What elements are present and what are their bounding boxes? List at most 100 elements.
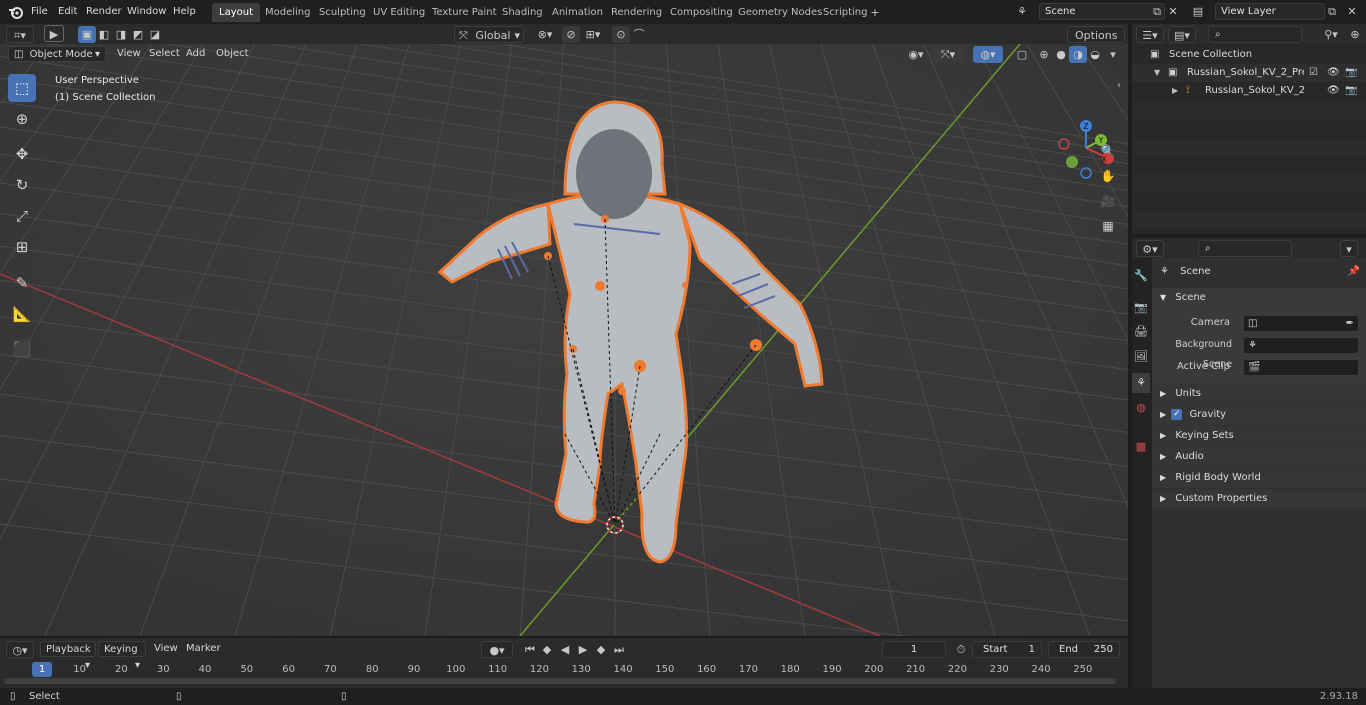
- jump-start-icon[interactable]: ⏮: [521, 641, 539, 658]
- pivot-point-icon[interactable]: ⊗▾: [532, 26, 558, 43]
- wireframe-shading-icon[interactable]: ⊕: [1035, 46, 1053, 63]
- outliner-editor-type-icon[interactable]: ☰▾: [1136, 26, 1164, 43]
- jump-prev-keyframe-icon[interactable]: ◆: [538, 641, 556, 658]
- solid-shading-icon[interactable]: ●: [1052, 46, 1070, 63]
- outliner-search-input[interactable]: ⌕: [1208, 26, 1302, 43]
- scene-panel-header[interactable]: ▼ Scene: [1152, 288, 1366, 308]
- expand-arrow-icon[interactable]: ▼: [1154, 64, 1160, 82]
- scene-selector-icon[interactable]: ⚘: [1013, 3, 1031, 20]
- play-reverse-icon[interactable]: ◀: [556, 641, 574, 658]
- gizmo-toggle-icon[interactable]: ⤧▾: [933, 46, 963, 63]
- delete-scene-icon[interactable]: ✕: [1164, 3, 1182, 20]
- render-camera-icon[interactable]: 📷: [1345, 82, 1357, 100]
- copy-view-layer-icon[interactable]: ⧉: [1323, 3, 1341, 20]
- eye-icon[interactable]: 👁: [1327, 64, 1340, 82]
- delete-view-layer-icon[interactable]: ✕: [1343, 3, 1361, 20]
- world-tab-icon[interactable]: ◍: [1132, 398, 1150, 418]
- ortho-grid-icon[interactable]: ▦: [1097, 215, 1119, 237]
- new-collection-icon[interactable]: ⊕: [1346, 26, 1364, 43]
- playback-dropdown[interactable]: Playback ▾: [40, 641, 96, 671]
- select-tool-icon[interactable]: ⬚: [8, 74, 36, 102]
- preview-range-icon[interactable]: ⏱: [952, 641, 970, 658]
- tab-compositing[interactable]: Compositing: [663, 3, 740, 22]
- transform-orientation-dropdown[interactable]: ⤧ Global ▾: [454, 26, 524, 43]
- gravity-checkbox[interactable]: ✓: [1171, 408, 1183, 420]
- start-frame-field[interactable]: Start 1: [972, 641, 1042, 658]
- sidebar-toggle-icon[interactable]: ‹: [1117, 80, 1121, 91]
- tab-shading[interactable]: Shading: [495, 3, 550, 22]
- section-custom-properties[interactable]: ▶ Custom Properties: [1152, 489, 1366, 509]
- viewport-canvas[interactable]: X Y Z: [0, 44, 1128, 636]
- editor-type-icon[interactable]: ⌗▾: [6, 26, 34, 43]
- end-frame-field[interactable]: End 250: [1048, 641, 1120, 658]
- object-mode-dropdown[interactable]: ◫ Object Mode ▾: [8, 46, 106, 62]
- output-tab-icon[interactable]: 🖨: [1132, 322, 1150, 342]
- tab-geometry-nodes[interactable]: Geometry Nodes: [731, 3, 829, 22]
- filter-icon[interactable]: ⚲▾: [1318, 26, 1344, 43]
- select-mode-intersect-icon[interactable]: ◪: [146, 26, 164, 43]
- play-icon[interactable]: ▶: [574, 641, 592, 658]
- menu-help[interactable]: Help: [173, 4, 196, 20]
- move-tool-icon[interactable]: ✥: [8, 140, 36, 168]
- rendered-shading-icon[interactable]: ◒: [1086, 46, 1104, 63]
- section-keying-sets[interactable]: ▶ Keying Sets: [1152, 426, 1366, 446]
- zoom-icon[interactable]: 🔍: [1097, 140, 1119, 162]
- shading-options-icon[interactable]: ▾: [1104, 46, 1122, 63]
- tab-animation[interactable]: Animation: [545, 3, 610, 22]
- overlay-toggle-icon[interactable]: ◍▾: [973, 46, 1003, 63]
- eyedropper-icon[interactable]: ✒: [1346, 314, 1354, 334]
- outliner-row-pressure-suit[interactable]: ▼ ▣ Russian_Sokol_KV_2_Pressure_Suit ☑ 👁…: [1132, 64, 1366, 82]
- cursor-tool-icon[interactable]: ⊕: [8, 105, 36, 133]
- menu-window[interactable]: Window: [127, 4, 166, 20]
- jump-next-keyframe-icon[interactable]: ◆: [592, 641, 610, 658]
- add-cube-tool-icon[interactable]: ⬛: [8, 335, 36, 363]
- timeline-scrollbar[interactable]: [4, 678, 1116, 684]
- view-layer-tab-icon[interactable]: 🖼: [1132, 347, 1150, 367]
- viewport-menu-select[interactable]: Select: [144, 46, 185, 62]
- viewport-menu-view[interactable]: View: [112, 46, 146, 62]
- timeline-menu-view[interactable]: View: [149, 641, 183, 657]
- scene-name-field[interactable]: Scene: [1039, 3, 1165, 20]
- scale-tool-icon[interactable]: ⤢: [8, 202, 36, 230]
- timeline-editor-type-icon[interactable]: ◷▾: [6, 641, 34, 658]
- camera-field[interactable]: ◫ ✒: [1243, 315, 1359, 332]
- menu-render[interactable]: Render: [86, 4, 122, 20]
- snap-toggle-icon[interactable]: ⊘: [562, 26, 580, 43]
- display-mode-icon[interactable]: ▤▾: [1168, 26, 1196, 43]
- eye-icon[interactable]: 👁: [1327, 82, 1340, 100]
- 3d-viewport[interactable]: X Y Z ⬚ ⊕ ✥ ↻ ⤢ ⊞ ✎ 📐 ⬛ User Perspective…: [0, 44, 1128, 636]
- section-units[interactable]: ▶ Units: [1152, 384, 1366, 404]
- properties-options-icon[interactable]: ▾: [1340, 240, 1358, 257]
- tab-modeling[interactable]: Modeling: [258, 3, 318, 22]
- tab-sculpting[interactable]: Sculpting: [312, 3, 373, 22]
- properties-search-input[interactable]: ⌕: [1198, 240, 1292, 257]
- keying-dropdown[interactable]: Keying ▾: [98, 641, 146, 671]
- record-keyframes-icon[interactable]: ●▾: [481, 641, 513, 658]
- tab-layout[interactable]: Layout: [212, 3, 260, 22]
- tab-uv-editing[interactable]: UV Editing: [366, 3, 432, 22]
- render-camera-icon[interactable]: 📷: [1345, 64, 1357, 82]
- add-workspace-icon[interactable]: +: [866, 4, 884, 21]
- view-layer-field[interactable]: View Layer: [1215, 3, 1325, 20]
- select-mode-invert-icon[interactable]: ◩: [129, 26, 147, 43]
- background-scene-field[interactable]: ⚘: [1243, 337, 1359, 354]
- camera-view-icon[interactable]: 🎥: [1097, 190, 1119, 212]
- outliner-row-armature[interactable]: ▶ ⟟ Russian_Sokol_KV_2_Pre 👁 📷: [1132, 82, 1366, 100]
- tab-rendering[interactable]: Rendering: [604, 3, 669, 22]
- pan-hand-icon[interactable]: ✋: [1097, 165, 1119, 187]
- menu-file[interactable]: File: [31, 4, 48, 20]
- section-audio[interactable]: ▶ Audio: [1152, 447, 1366, 467]
- pin-icon[interactable]: 📌: [1348, 262, 1360, 282]
- material-shading-icon[interactable]: ◑: [1069, 46, 1087, 63]
- section-rigid-body-world[interactable]: ▶ Rigid Body World: [1152, 468, 1366, 488]
- current-frame-field[interactable]: 1: [882, 641, 946, 658]
- tab-texture-paint[interactable]: Texture Paint: [425, 3, 504, 22]
- render-tab-icon[interactable]: 📷: [1132, 298, 1150, 318]
- viewport-menu-object[interactable]: Object: [211, 46, 254, 62]
- menu-edit[interactable]: Edit: [58, 4, 77, 20]
- annotate-tool-icon[interactable]: ✎: [8, 269, 36, 297]
- select-box-tool-icon[interactable]: ▶: [44, 25, 64, 42]
- select-mode-subtract-icon[interactable]: ◨: [112, 26, 130, 43]
- proportional-edit-icon[interactable]: ⊙: [612, 26, 630, 43]
- options-dropdown[interactable]: Options ▾: [1067, 26, 1125, 59]
